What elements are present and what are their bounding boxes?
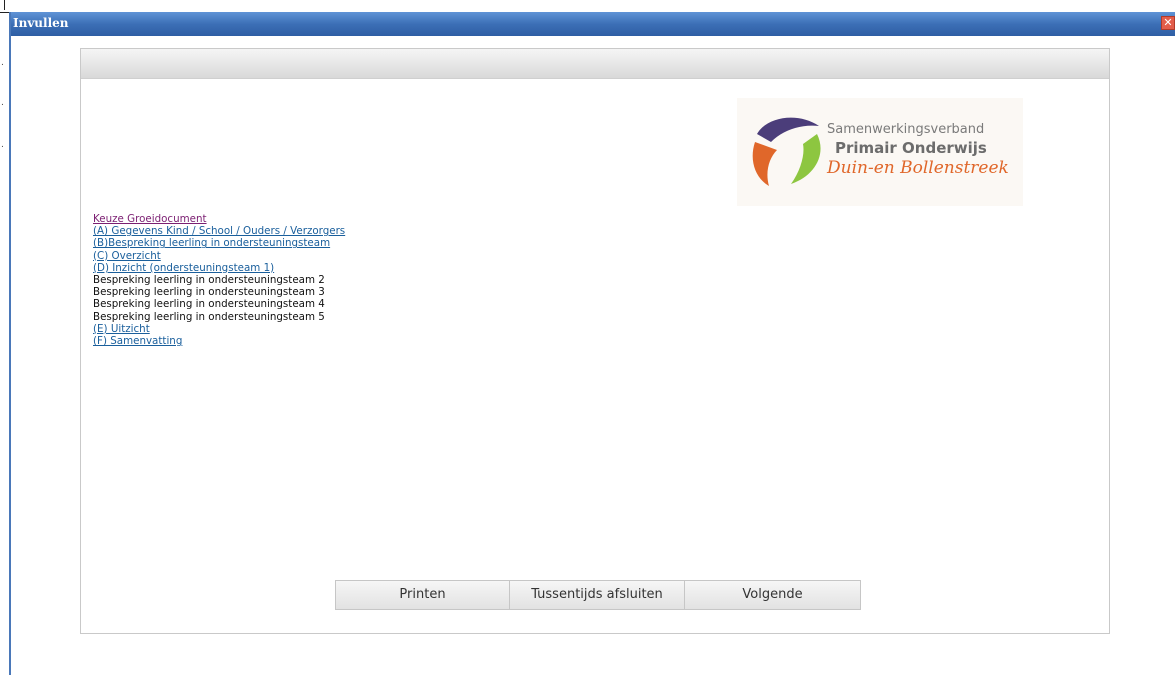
section-text-team-4: Bespreking leerling in ondersteuningstea… [93,298,325,311]
organization-logo: Samenwerkingsverband Primair Onderwijs D… [737,98,1023,206]
list-item: Keuze Groeidocument [93,213,345,225]
list-item: Bespreking leerling in ondersteuningstea… [93,311,345,323]
logo-line-3: Duin-en Bollenstreek [827,158,1009,178]
print-button[interactable]: Printen [335,580,510,610]
list-item: (C) Overzicht [93,250,345,262]
list-item: Bespreking leerling in ondersteuningstea… [93,274,345,286]
next-button[interactable]: Volgende [685,580,861,610]
list-item: Bespreking leerling in ondersteuningstea… [93,286,345,298]
dialog-window: Invullen ✕ Samenwerkingsverband Primair … [9,12,1175,675]
logo-line-2: Primair Onderwijs [835,139,987,157]
dialog-titlebar[interactable]: Invullen ✕ [11,12,1175,36]
nav-link-section-d[interactable]: (D) Inzicht (ondersteuningsteam 1) [93,262,274,274]
close-icon[interactable]: ✕ [1161,16,1175,30]
action-button-bar: Printen Tussentijds afsluiten Volgende [335,580,861,610]
section-text-team-5: Bespreking leerling in ondersteuningstea… [93,310,325,323]
list-item: (B)Bespreking leerling in ondersteunings… [93,237,345,249]
nav-link-section-e[interactable]: (E) Uitzicht [93,323,150,335]
list-item: (A) Gegevens Kind / School / Ouders / Ve… [93,225,345,237]
list-item: (D) Inzicht (ondersteuningsteam 1) [93,262,345,274]
background-window-left-edge: . . . [1,58,4,150]
panel-header-bar [81,49,1109,79]
document-section-list: Keuze Groeidocument (A) Gegevens Kind / … [93,213,345,347]
dialog-title: Invullen [13,16,69,30]
list-item: (E) Uitzicht [93,323,345,335]
nav-link-section-a[interactable]: (A) Gegevens Kind / School / Ouders / Ve… [93,225,345,237]
nav-link-section-f[interactable]: (F) Samenvatting [93,335,182,347]
logo-line-1: Samenwerkingsverband [827,122,985,137]
content-panel: Samenwerkingsverband Primair Onderwijs D… [80,48,1110,634]
list-item: (F) Samenvatting [93,335,345,347]
nav-link-section-b[interactable]: (B)Bespreking leerling in ondersteunings… [93,237,330,249]
section-text-team-2: Bespreking leerling in ondersteuningstea… [93,274,325,287]
logo-mark-icon [752,117,821,186]
interim-close-button[interactable]: Tussentijds afsluiten [510,580,685,610]
section-text-team-3: Bespreking leerling in ondersteuningstea… [93,286,325,299]
nav-link-keuze-groeidocument[interactable]: Keuze Groeidocument [93,213,207,225]
list-item: Bespreking leerling in ondersteuningstea… [93,298,345,310]
nav-link-section-c[interactable]: (C) Overzicht [93,250,161,262]
